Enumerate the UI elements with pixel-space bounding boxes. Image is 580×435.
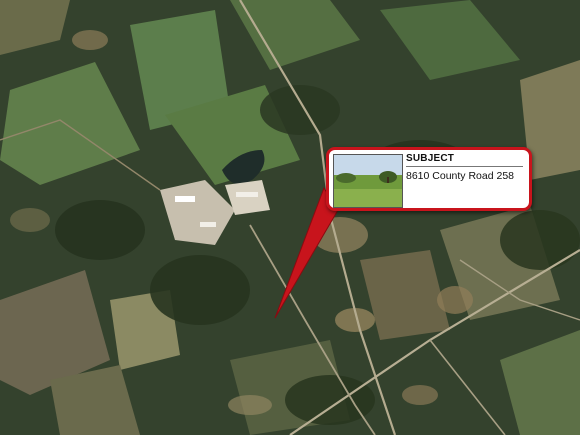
callout-divider <box>406 166 523 167</box>
subject-address: 8610 County Road 258 <box>406 170 514 182</box>
property-photo-icon[interactable] <box>333 154 403 208</box>
callout-title: SUBJECT <box>406 153 455 164</box>
satellite-imagery <box>0 0 580 435</box>
subject-callout[interactable]: SUBJECT 8610 County Road 258 <box>326 147 532 211</box>
satellite-map[interactable]: SUBJECT 8610 County Road 258 <box>0 0 580 435</box>
